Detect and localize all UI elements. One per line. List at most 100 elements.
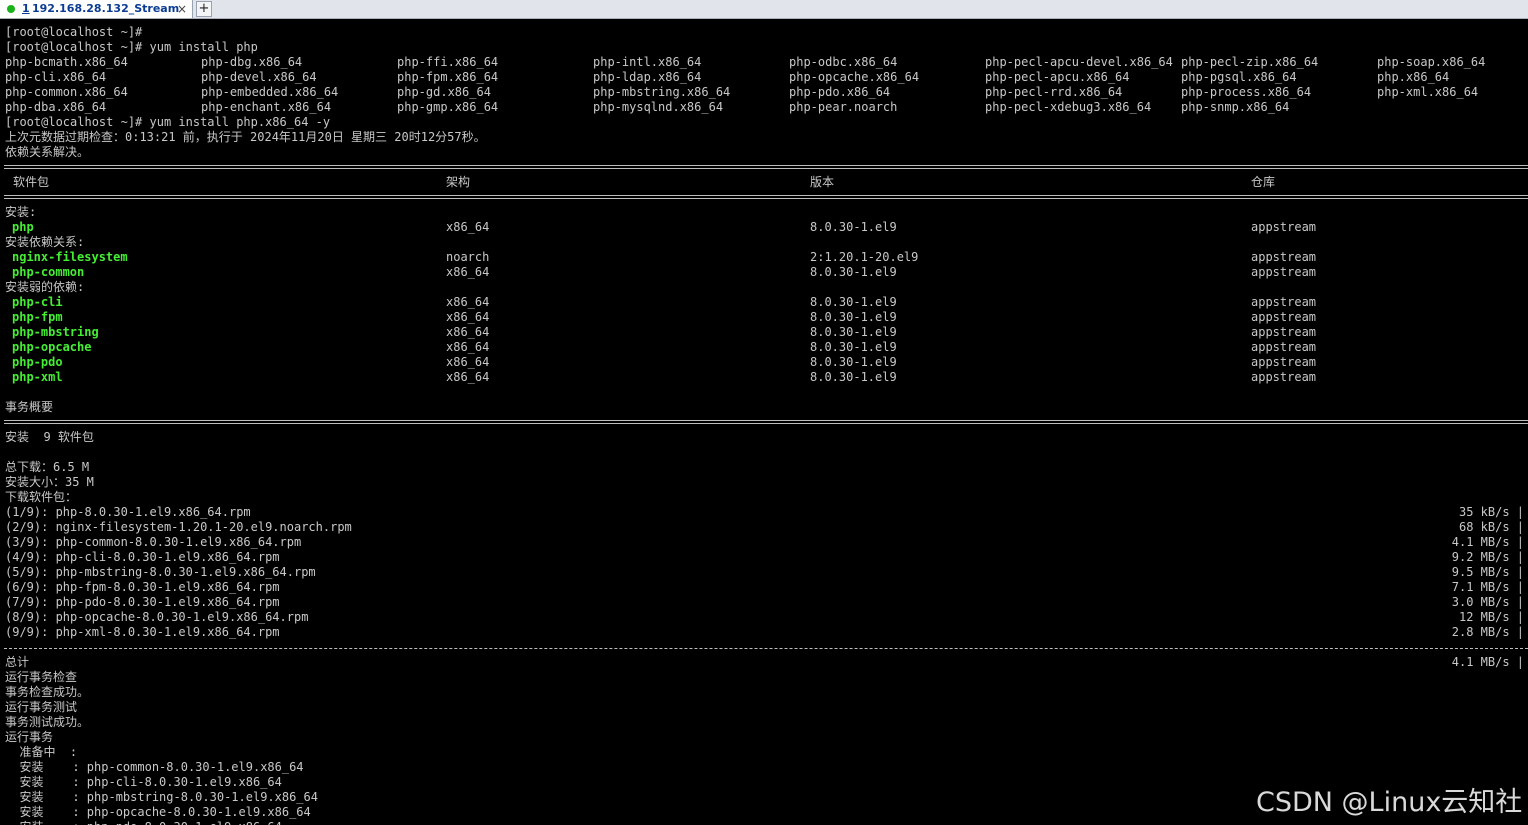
package-repo: appstream [1251, 355, 1317, 369]
package-name: php-cli [12, 295, 63, 309]
command-line: [root@localhost ~]# yum install php.x86_… [5, 115, 331, 129]
download-speed: 2.8 MB/s | [1451, 625, 1524, 639]
transaction-line: 运行事务检查 [5, 670, 78, 684]
completion-item: php-bcmath.x86_64 [5, 55, 128, 69]
completion-item: php-mbstring.x86_64 [593, 85, 731, 99]
download-speed: 12 MB/s | [1458, 610, 1524, 624]
package-arch: x86_64 [446, 355, 490, 369]
separator [4, 648, 1528, 649]
package-arch: x86_64 [446, 265, 490, 279]
package-name: nginx-filesystem [12, 250, 128, 264]
download-speed: 9.2 MB/s | [1451, 550, 1524, 564]
package-arch: x86_64 [446, 295, 490, 309]
completion-item: php-mysqlnd.x86_64 [593, 100, 724, 114]
transaction-line: 事务测试成功。 [5, 715, 90, 729]
package-version: 8.0.30-1.el9 [810, 265, 897, 279]
watermark: CSDN @Linux云知社 [1256, 787, 1523, 818]
completion-item: php-cli.x86_64 [5, 70, 107, 84]
download-speed: 35 kB/s | [1458, 505, 1524, 519]
section-install: 安装: [5, 205, 37, 219]
download-file: (1/9): php-8.0.30-1.el9.x86_64.rpm [5, 505, 251, 519]
completion-item: php-process.x86_64 [1181, 85, 1312, 99]
progress-line: 安装 : php-pdo-8.0.30-1.el9.x86_64 [5, 820, 281, 825]
completion-item: php-gmp.x86_64 [397, 100, 499, 114]
header-arch: 架构 [446, 175, 471, 189]
progress-line: 安装 : php-mbstring-8.0.30-1.el9.x86_64 [5, 790, 318, 804]
total-label: 总计 [5, 655, 30, 669]
completion-item: php-pecl-xdebug3.x86_64 [985, 100, 1152, 114]
package-arch: x86_64 [446, 220, 490, 234]
completion-item: php-embedded.x86_64 [201, 85, 339, 99]
download-file: (6/9): php-fpm-8.0.30-1.el9.x86_64.rpm [5, 580, 280, 594]
package-version: 8.0.30-1.el9 [810, 355, 897, 369]
package-name: php-xml [12, 370, 63, 384]
package-repo: appstream [1251, 370, 1317, 384]
package-name: php-pdo [12, 355, 63, 369]
completion-item: php-xml.x86_64 [1377, 85, 1479, 99]
header-version: 版本 [810, 175, 835, 189]
completion-item: php-dbg.x86_64 [201, 55, 303, 69]
package-repo: appstream [1251, 310, 1317, 324]
completion-item: php-intl.x86_64 [593, 55, 702, 69]
download-speed: 7.1 MB/s | [1451, 580, 1524, 594]
progress-line: 准备中 : [5, 745, 78, 759]
summary-title: 事务概要 [5, 400, 54, 414]
completion-item: php-pecl-apcu.x86_64 [985, 70, 1130, 84]
completion-item: php-odbc.x86_64 [789, 55, 898, 69]
package-repo: appstream [1251, 250, 1317, 264]
install-size: 安装大小：35 M [5, 475, 94, 489]
progress-line: 安装 : php-opcache-8.0.30-1.el9.x86_64 [5, 805, 311, 819]
separator [4, 165, 1528, 169]
completion-item: php.x86_64 [1377, 70, 1450, 84]
command-line: [root@localhost ~]# yum install php [5, 40, 258, 54]
package-name: php-opcache [12, 340, 92, 354]
download-file: (2/9): nginx-filesystem-1.20.1-20.el9.no… [5, 520, 352, 534]
downloading-label: 下载软件包： [5, 490, 78, 504]
package-repo: appstream [1251, 340, 1317, 354]
completion-item: php-ldap.x86_64 [593, 70, 702, 84]
completion-item: php-common.x86_64 [5, 85, 128, 99]
package-arch: x86_64 [446, 310, 490, 324]
package-arch: x86_64 [446, 340, 490, 354]
completion-item: php-pear.noarch [789, 100, 898, 114]
completion-item: php-pecl-rrd.x86_64 [985, 85, 1123, 99]
section-deps: 安装依赖关系: [5, 235, 85, 249]
header-repo: 仓库 [1251, 175, 1276, 189]
completion-item: php-pgsql.x86_64 [1181, 70, 1297, 84]
session-tab[interactable]: 1 192.168.28.132_Stream × [0, 0, 193, 18]
completion-item: php-fpm.x86_64 [397, 70, 499, 84]
download-speed: 4.1 MB/s | [1451, 535, 1524, 549]
download-file: (9/9): php-xml-8.0.30-1.el9.x86_64.rpm [5, 625, 280, 639]
download-speed: 3.0 MB/s | [1451, 595, 1524, 609]
transaction-line: 运行事务 [5, 730, 54, 744]
package-repo: appstream [1251, 295, 1317, 309]
terminal-output[interactable]: [root@localhost ~]# [root@localhost ~]# … [0, 19, 1528, 825]
download-file: (7/9): php-pdo-8.0.30-1.el9.x86_64.rpm [5, 595, 280, 609]
close-tab-icon[interactable]: × [177, 0, 187, 18]
package-repo: appstream [1251, 220, 1317, 234]
package-version: 8.0.30-1.el9 [810, 340, 897, 354]
download-file: (8/9): php-opcache-8.0.30-1.el9.x86_64.r… [5, 610, 309, 624]
package-repo: appstream [1251, 325, 1317, 339]
progress-line: 安装 : php-cli-8.0.30-1.el9.x86_64 [5, 775, 282, 789]
package-version: 8.0.30-1.el9 [810, 325, 897, 339]
tab-number: 1 [22, 2, 30, 15]
completion-item: php-dba.x86_64 [5, 100, 107, 114]
completion-item: php-devel.x86_64 [201, 70, 317, 84]
metadata-line: 上次元数据过期检查：0:13:21 前，执行于 2024年11月20日 星期三 … [5, 130, 486, 144]
prompt-line: [root@localhost ~]# [5, 25, 143, 39]
new-tab-button[interactable]: + [196, 1, 212, 17]
package-arch: noarch [446, 250, 490, 264]
completion-item: php-snmp.x86_64 [1181, 100, 1290, 114]
package-name: php-fpm [12, 310, 63, 324]
package-arch: x86_64 [446, 370, 490, 384]
package-version: 8.0.30-1.el9 [810, 310, 897, 324]
deps-resolved-line: 依赖关系解决。 [5, 145, 90, 159]
package-repo: appstream [1251, 265, 1317, 279]
transaction-line: 运行事务测试 [5, 700, 78, 714]
download-file: (5/9): php-mbstring-8.0.30-1.el9.x86_64.… [5, 565, 316, 579]
tab-bar: 1 192.168.28.132_Stream × + [0, 0, 1528, 19]
separator [4, 195, 1528, 199]
package-version: 8.0.30-1.el9 [810, 220, 897, 234]
download-speed: 68 kB/s | [1458, 520, 1524, 534]
